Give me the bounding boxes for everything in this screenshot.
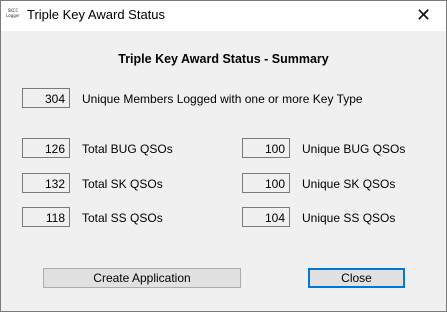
total-sk-value: 132 [44,177,65,191]
unique-sk-value-box: 100 [242,173,290,193]
unique-bug-value: 100 [264,142,285,156]
total-bug-label: Total BUG QSOs [82,142,173,156]
summary-heading: Triple Key Award Status - Summary [118,52,329,66]
app-icon: SKCC Logger [6,8,20,22]
close-button[interactable]: Close [308,268,405,288]
total-sk-value-box: 132 [22,173,70,193]
unique-sk-label: Unique SK QSOs [302,177,396,191]
window-title: Triple Key Award Status [27,7,166,22]
unique-bug-value-box: 100 [242,138,290,158]
unique-bug-label: Unique BUG QSOs [302,142,406,156]
close-icon[interactable]: ✕ [401,1,446,31]
unique-sk-value: 100 [264,177,285,191]
unique-members-value: 304 [44,92,65,106]
unique-ss-label: Unique SS QSOs [302,211,396,225]
unique-ss-value-box: 104 [242,207,290,227]
create-application-button[interactable]: Create Application [43,268,241,288]
total-sk-label: Total SK QSOs [82,177,163,191]
total-ss-value: 118 [45,211,65,225]
unique-ss-value: 104 [264,211,285,225]
total-ss-label: Total SS QSOs [82,211,163,225]
total-bug-value-box: 126 [22,138,70,158]
triple-key-award-status-dialog: SKCC Logger Triple Key Award Status ✕ Tr… [0,0,447,312]
app-icon-text: SKCC Logger [6,8,20,18]
unique-members-label: Unique Members Logged with one or more K… [82,92,363,106]
unique-members-value-box: 304 [22,88,70,108]
total-bug-value: 126 [44,142,65,156]
title-bar: SKCC Logger Triple Key Award Status ✕ [1,1,446,31]
total-ss-value-box: 118 [22,207,70,227]
